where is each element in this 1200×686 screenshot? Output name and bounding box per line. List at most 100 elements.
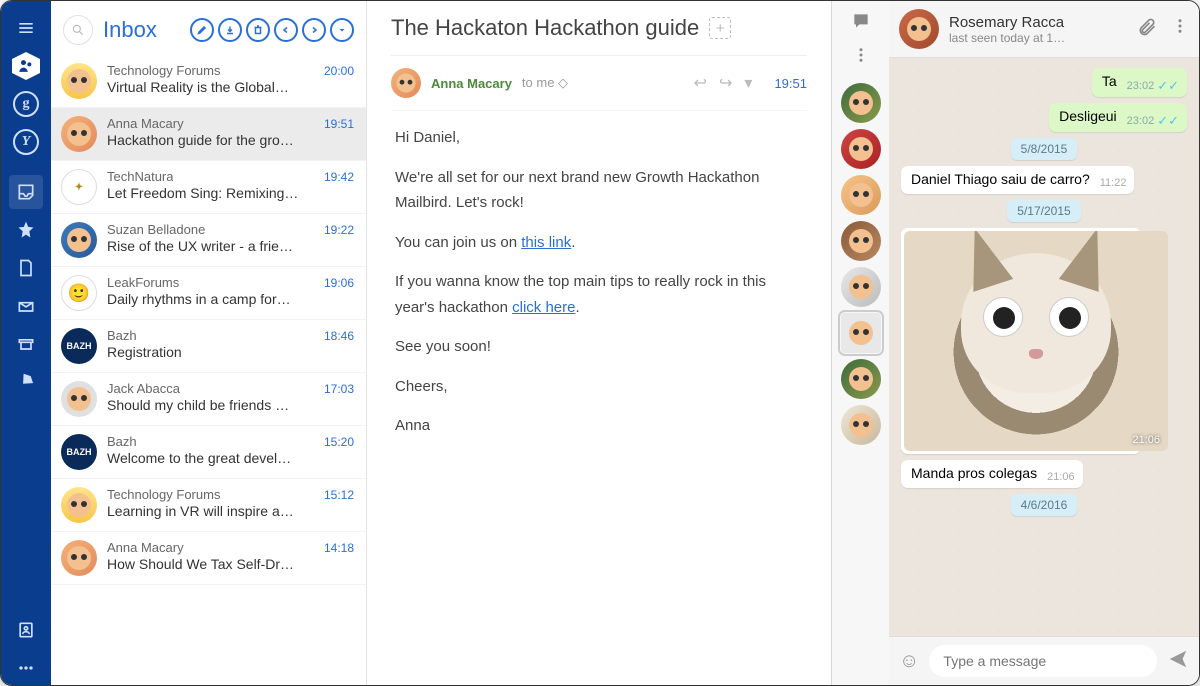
send-icon[interactable] (1167, 648, 1189, 675)
contacts-icon[interactable] (9, 613, 43, 647)
app-window: g Y Inbox Technology Forums20:00Virtual … (0, 0, 1200, 686)
account-hex-icon[interactable] (9, 49, 43, 83)
compose-button[interactable] (190, 18, 214, 42)
email-row[interactable]: Anna Macary 19:51Hackathon guide for the … (51, 108, 366, 161)
starred-tab-icon[interactable] (9, 213, 43, 247)
email-sender: Anna Macary (107, 116, 184, 131)
email-subject: Registration (107, 344, 354, 360)
forward-button[interactable] (302, 18, 326, 42)
email-time: 17:03 (324, 382, 354, 396)
chat-header-avatar[interactable] (899, 9, 939, 49)
chat-contacts-rail (831, 1, 889, 685)
email-time: 19:42 (324, 170, 354, 184)
email-subject: Rise of the UX writer - a frie… (107, 238, 354, 254)
chat-body[interactable]: Ta23:02✓✓ Desligeui23:02✓✓ 5/8/2015 Dani… (889, 58, 1199, 636)
email-row[interactable]: Technology Forums20:00Virtual Reality is… (51, 55, 366, 108)
email-subject: Hackathon guide for the gro… (107, 132, 354, 148)
yahoo-account-icon[interactable]: Y (9, 125, 43, 159)
email-time: 18:46 (324, 329, 354, 343)
more-icon[interactable] (9, 651, 43, 685)
email-row[interactable]: BAZH Bazh 15:20Welcome to the great devel… (51, 426, 366, 479)
chat-contact-avatar[interactable] (841, 359, 881, 399)
chat-contact-avatar[interactable] (841, 175, 881, 215)
add-tag-button[interactable]: + (709, 17, 731, 39)
chat-contact-avatar[interactable] (841, 267, 881, 307)
email-row[interactable]: Technology Forums15:12Learning in VR wil… (51, 479, 366, 532)
email-avatar (61, 63, 97, 99)
reply-button[interactable] (274, 18, 298, 42)
more-actions-icon[interactable]: ▾ (744, 73, 752, 93)
inbox-tab-icon[interactable] (9, 175, 43, 209)
email-sender: Bazh (107, 434, 137, 449)
chat-header: Rosemary Racca last seen today at 1… (889, 1, 1199, 58)
chat-contact-avatar[interactable] (841, 405, 881, 445)
email-subject: Virtual Reality is the Global… (107, 79, 354, 95)
email-subject: Let Freedom Sing: Remixing… (107, 185, 354, 201)
chat-panel: Rosemary Racca last seen today at 1… Ta2… (889, 1, 1199, 685)
email-subject: How Should We Tax Self-Dr… (107, 556, 354, 572)
chat-contact-status: last seen today at 1… (949, 31, 1065, 45)
email-row[interactable]: Jack Abacca17:03Should my child be frien… (51, 373, 366, 426)
email-to: to me ◇ (522, 75, 568, 91)
email-sender: Suzan Belladone (107, 222, 205, 237)
chat-input[interactable] (929, 645, 1157, 677)
google-account-icon[interactable]: g (9, 87, 43, 121)
email-avatar: 🙂 (61, 275, 97, 311)
chat-app-icon[interactable] (851, 11, 871, 36)
inbox-title: Inbox (103, 17, 157, 43)
email-row[interactable]: 🙂LeakForums19:06Daily rhythms in a camp … (51, 267, 366, 320)
tags-tab-icon[interactable] (9, 365, 43, 399)
email-avatar (61, 381, 97, 417)
archive-button[interactable] (218, 18, 242, 42)
email-time: 19:51 (324, 117, 354, 131)
nav-rail: g Y (1, 1, 51, 685)
chat-contact-avatar[interactable] (841, 129, 881, 169)
email-row[interactable]: Anna Macary14:18How Should We Tax Self-D… (51, 532, 366, 585)
chat-menu-icon[interactable] (852, 46, 870, 69)
hamburger-icon[interactable] (9, 11, 43, 45)
sender-avatar (391, 68, 421, 98)
delete-button[interactable] (246, 18, 270, 42)
email-list-body[interactable]: Technology Forums20:00Virtual Reality is… (51, 55, 366, 685)
drafts-tab-icon[interactable] (9, 251, 43, 285)
chat-contact-avatar[interactable] (841, 83, 881, 123)
email-avatar (61, 116, 97, 152)
chat-date-separator: 5/17/2015 (1007, 200, 1080, 222)
email-time: 19:06 (324, 276, 354, 290)
email-list-panel: Inbox Technology Forums20:00Virtual Real… (51, 1, 367, 685)
chat-contact-avatar[interactable] (841, 221, 881, 261)
chat-contact-avatar-selected[interactable] (841, 313, 881, 353)
email-subject: Welcome to the great devel… (107, 450, 354, 466)
email-avatar (61, 222, 97, 258)
email-row[interactable]: ✦TechNatura19:42Let Freedom Sing: Remixi… (51, 161, 366, 214)
join-link[interactable]: this link (521, 234, 571, 251)
email-avatar: BAZH (61, 434, 97, 470)
dropdown-button[interactable] (330, 18, 354, 42)
email-sender: Jack Abacca (107, 381, 180, 396)
email-avatar: ✦ (61, 169, 97, 205)
email-row[interactable]: Suzan Belladone 19:22Rise of the UX write… (51, 214, 366, 267)
sent-tab-icon[interactable] (9, 289, 43, 323)
tips-link[interactable]: click here (512, 299, 575, 316)
emoji-icon[interactable]: ☺ (899, 650, 919, 673)
search-button[interactable] (63, 15, 93, 45)
email-subject: Daily rhythms in a camp for… (107, 291, 354, 307)
email-avatar: BAZH (61, 328, 97, 364)
attach-icon[interactable] (1137, 17, 1157, 42)
email-subject: Learning in VR will inspire a… (107, 503, 354, 519)
email-time: 20:00 (324, 64, 354, 78)
email-time: 19:22 (324, 223, 354, 237)
email-reader: The Hackaton Hackathon guide + Anna Maca… (367, 1, 831, 685)
email-time: 15:12 (324, 488, 354, 502)
archive-tab-icon[interactable] (9, 327, 43, 361)
email-body: Hi Daniel, We're all set for our next br… (391, 111, 807, 467)
chat-message-image[interactable]: 21:06 (901, 228, 1141, 454)
reply-icon[interactable]: ↩ (694, 73, 707, 93)
forward-icon[interactable]: ↪ (719, 73, 732, 93)
email-from: Anna Macary (431, 76, 512, 91)
chat-more-icon[interactable] (1171, 17, 1189, 42)
email-time: 15:20 (324, 435, 354, 449)
chat-message-in: Daniel Thiago saiu de carro?11:22 (901, 166, 1134, 194)
email-row[interactable]: BAZHBazh18:46Registration (51, 320, 366, 373)
email-sender: Anna Macary (107, 540, 184, 555)
